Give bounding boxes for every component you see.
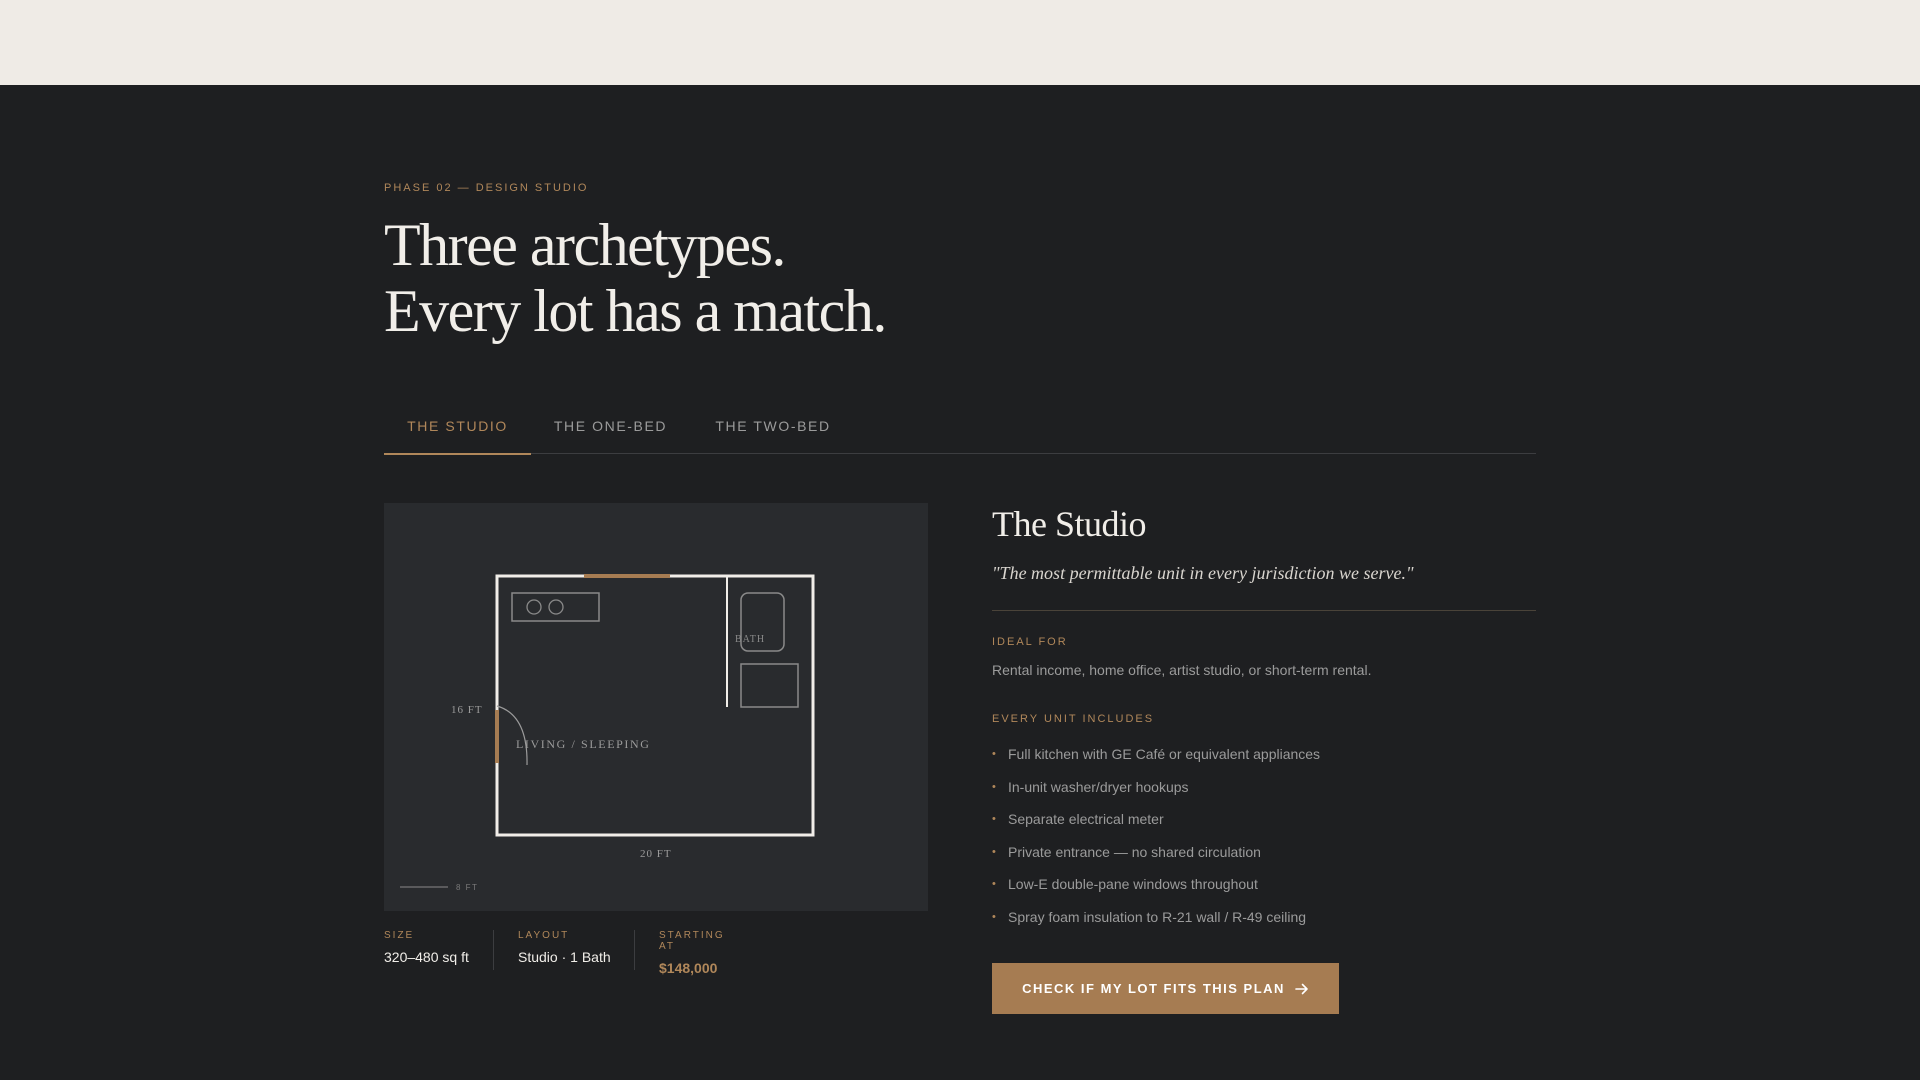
room-label-living: LIVING / SLEEPING	[516, 737, 651, 751]
ideal-for-label: IDEAL FOR	[992, 636, 1068, 648]
dimension-side: 16 FT	[451, 704, 483, 716]
arrow-right-icon	[1295, 983, 1308, 994]
list-item: • Full kitchen with GE Café or equivalent…	[992, 738, 1536, 771]
bullet-icon: •	[992, 813, 996, 825]
list-item-text: Private entrance — no shared circulation	[1008, 843, 1261, 860]
divider	[992, 610, 1536, 611]
bullet-icon: •	[992, 878, 996, 890]
tab-the-one-bed[interactable]: THE ONE-BED	[531, 410, 690, 454]
list-item-text: Separate electrical meter	[1008, 811, 1164, 827]
spec-size-label: SIZE	[384, 930, 415, 941]
check-lot-fit-label: CHECK IF MY LOT FITS THIS PLAN	[1022, 981, 1285, 996]
headline-line-1: Three archetypes.	[384, 212, 786, 278]
top-nav-bar	[0, 0, 1920, 85]
spec-layout: LAYOUT Studio · 1 Bath	[518, 930, 611, 970]
kitchen-counter	[511, 592, 600, 622]
list-item: • Private entrance — no shared circulatio…	[992, 836, 1536, 869]
door-swing	[496, 705, 528, 766]
list-item-text: In-unit washer/dryer hookups	[1008, 778, 1189, 795]
bullet-icon: •	[992, 845, 996, 858]
spec-size-value: 320–480 sq ft	[384, 949, 469, 965]
burner-1	[526, 599, 542, 615]
dimension-bottom: 20 FT	[640, 848, 672, 860]
bullet-icon: •	[992, 748, 996, 760]
list-item-text: Low-E double-pane windows throughout	[1008, 876, 1258, 892]
list-item-text: Spray foam insulation to R-21 wall / R-4…	[1008, 908, 1307, 925]
spec-price-label: STARTING AT	[659, 930, 725, 952]
scale-label: 8 FT	[456, 883, 478, 892]
spec-divider	[493, 930, 494, 970]
bullet-icon: •	[992, 780, 996, 793]
spec-layout-label: LAYOUT	[518, 930, 570, 941]
spec-divider	[634, 930, 635, 970]
ideal-for-text: Rental income, home office, artist studi…	[992, 662, 1372, 678]
spec-size: SIZE 320–480 sq ft	[384, 930, 469, 970]
check-lot-fit-button[interactable]: CHECK IF MY LOT FITS THIS PLAN	[992, 963, 1339, 1014]
room-label-bath: BATH	[735, 634, 765, 645]
section-headline: Three archetypes. Every lot has a match.	[384, 212, 887, 344]
burner-2	[548, 599, 564, 615]
bullet-icon: •	[992, 910, 996, 923]
bath-vanity	[740, 663, 799, 708]
list-item: • In-unit washer/dryer hookups	[992, 771, 1536, 804]
list-item-text: Full kitchen with GE Café or equivalent …	[1008, 746, 1321, 762]
spec-price-value: $148,000	[659, 960, 718, 976]
plan-tabs: THE STUDIO THE ONE-BED THE TWO-BED	[384, 410, 1536, 455]
spec-layout-value: Studio · 1 Bath	[518, 949, 611, 965]
tab-the-studio[interactable]: THE STUDIO	[384, 410, 531, 455]
floorplan-panel: BATH LIVING / SLEEPING 16 FT 20 FT 8 FT	[384, 503, 928, 911]
list-item: • Spray foam insulation to R-21 wall / R-…	[992, 901, 1536, 934]
list-item: • Low-E double-pane windows throughout	[992, 868, 1536, 901]
headline-line-2: Every lot has a match.	[384, 278, 887, 344]
outer-walls	[495, 574, 815, 837]
includes-list: • Full kitchen with GE Café or equivalent…	[992, 738, 1536, 933]
includes-label: EVERY UNIT INCLUDES	[992, 713, 1155, 725]
plan-detail: The Studio "The most permittable unit in…	[992, 503, 1536, 933]
plan-quote: "The most permittable unit in every juri…	[992, 563, 1414, 583]
plan-title: The Studio	[992, 504, 1147, 544]
floorplan-drawing: BATH LIVING / SLEEPING 16 FT 20 FT 8 FT	[400, 574, 815, 892]
list-item: • Separate electrical meter	[992, 803, 1536, 836]
tab-the-two-bed[interactable]: THE TWO-BED	[690, 410, 856, 454]
section-eyebrow: PHASE 02 — DESIGN STUDIO	[384, 182, 589, 194]
spec-price: STARTING AT $148,000	[659, 930, 725, 976]
